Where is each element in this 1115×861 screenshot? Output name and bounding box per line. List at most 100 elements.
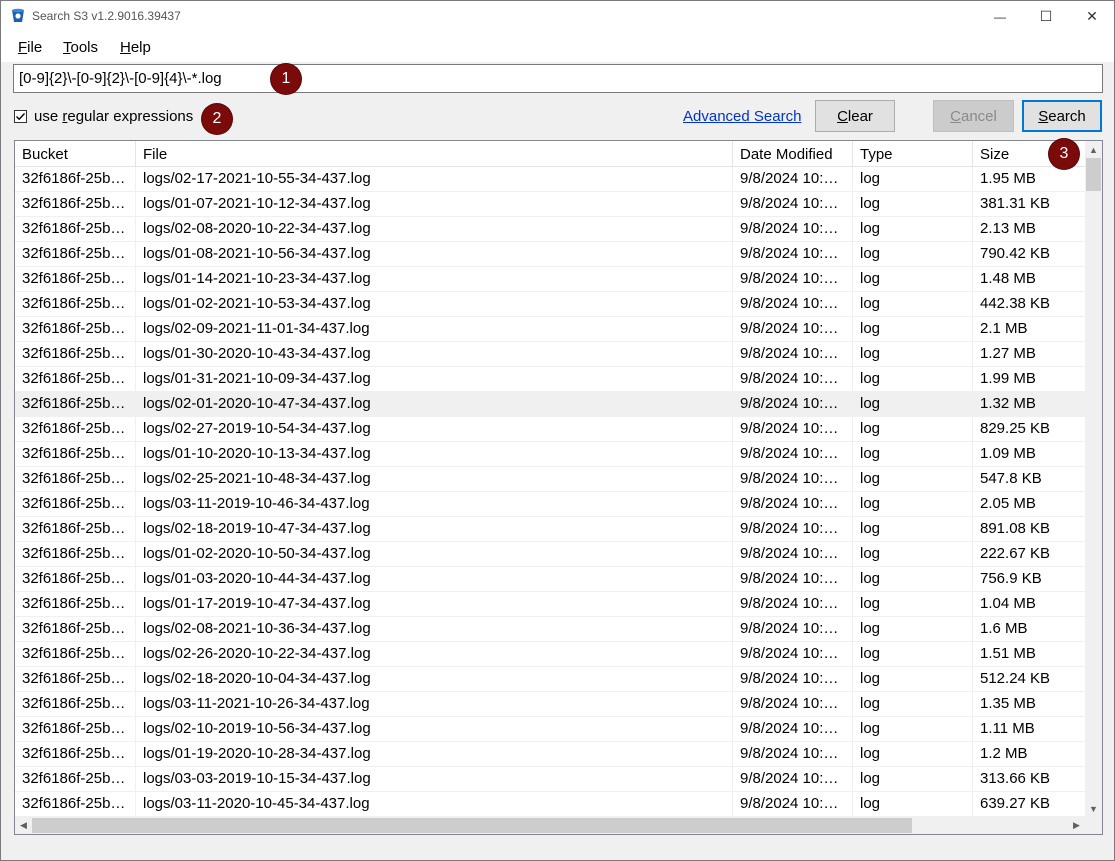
- regex-checkbox[interactable]: [14, 110, 27, 123]
- type-cell: log: [853, 692, 973, 717]
- clear-button[interactable]: Clear: [815, 100, 895, 132]
- table-row[interactable]: 32f6186f-25b… logs/02-18-2019-10-47-34-43…: [15, 517, 1085, 542]
- size-cell: 1.2 MB: [980, 745, 1028, 762]
- vertical-scroll-thumb[interactable]: [1086, 158, 1101, 191]
- table-row[interactable]: 32f6186f-25b… logs/02-08-2021-10-36-34-43…: [15, 617, 1085, 642]
- size-cell: 442.38 KB: [980, 295, 1051, 312]
- advanced-search-link[interactable]: Advanced Search: [683, 108, 801, 125]
- table-row[interactable]: 32f6186f-25b… logs/02-27-2019-10-54-34-43…: [15, 417, 1085, 442]
- column-header-file[interactable]: File: [136, 141, 733, 167]
- file-cell: logs/03-03-2019-10-15-34-437.log: [136, 767, 733, 792]
- scroll-up-icon[interactable]: ▲: [1085, 141, 1102, 158]
- size-cell: 1.09 MB: [980, 445, 1036, 462]
- results-table[interactable]: Bucket File Date Modified Type Size 32f6…: [14, 140, 1103, 835]
- table-row[interactable]: 32f6186f-25b… logs/01-07-2021-10-12-34-43…: [15, 192, 1085, 217]
- table-row[interactable]: 32f6186f-25b… logs/02-01-2020-10-47-34-43…: [15, 392, 1085, 417]
- close-button[interactable]: ✕: [1069, 1, 1115, 32]
- step-badge-3: 3: [1049, 139, 1079, 169]
- table-row[interactable]: 32f6186f-25b… logs/01-10-2020-10-13-34-43…: [15, 442, 1085, 467]
- table-row[interactable]: 32f6186f-25b… logs/02-09-2021-11-01-34-43…: [15, 317, 1085, 342]
- file-cell: logs/01-10-2020-10-13-34-437.log: [136, 442, 733, 467]
- bucket-cell: 32f6186f-25b…: [15, 242, 136, 267]
- table-row[interactable]: 32f6186f-25b… logs/01-17-2019-10-47-34-43…: [15, 592, 1085, 617]
- size-cell: 1.48 MB: [980, 270, 1036, 287]
- type-cell: log: [853, 642, 973, 667]
- table-row[interactable]: 32f6186f-25b… logs/02-18-2020-10-04-34-43…: [15, 667, 1085, 692]
- file-cell: logs/01-30-2020-10-43-34-437.log: [136, 342, 733, 367]
- file-cell: logs/02-26-2020-10-22-34-437.log: [136, 642, 733, 667]
- date-modified-cell: 9/8/2024 10:…: [733, 217, 853, 242]
- bucket-cell: 32f6186f-25b…: [15, 742, 136, 767]
- title-bar: Search S3 v1.2.9016.39437 — ☐ ✕: [1, 1, 1114, 32]
- search-button[interactable]: Search: [1022, 100, 1102, 132]
- file-cell: logs/02-18-2019-10-47-34-437.log: [136, 517, 733, 542]
- minimize-button[interactable]: —: [977, 1, 1023, 32]
- regex-checkbox-label[interactable]: use regular expressions: [34, 108, 193, 125]
- file-cell: logs/02-08-2020-10-22-34-437.log: [136, 217, 733, 242]
- date-modified-cell: 9/8/2024 10:…: [733, 342, 853, 367]
- search-input[interactable]: [0-9]{2}\-[0-9]{2}\-[0-9]{4}\-*.log: [13, 64, 1103, 93]
- type-cell: log: [853, 342, 973, 367]
- table-row[interactable]: 32f6186f-25b… logs/03-11-2020-10-45-34-43…: [15, 792, 1085, 817]
- table-row[interactable]: 32f6186f-25b… logs/01-02-2020-10-50-34-43…: [15, 542, 1085, 567]
- type-cell: log: [853, 442, 973, 467]
- bucket-cell: 32f6186f-25b…: [15, 692, 136, 717]
- bucket-cell: 32f6186f-25b…: [15, 642, 136, 667]
- menu-help[interactable]: Help: [120, 39, 151, 56]
- vertical-scrollbar[interactable]: ▲ ▼: [1085, 141, 1102, 817]
- horizontal-scroll-thumb[interactable]: [32, 818, 912, 833]
- scroll-down-icon[interactable]: ▼: [1085, 800, 1102, 817]
- column-header-bucket[interactable]: Bucket: [15, 141, 136, 167]
- size-cell: 1.35 MB: [980, 695, 1036, 712]
- size-cell: 829.25 KB: [980, 420, 1051, 437]
- date-modified-cell: 9/8/2024 10:…: [733, 292, 853, 317]
- table-row[interactable]: 32f6186f-25b… logs/02-08-2020-10-22-34-43…: [15, 217, 1085, 242]
- table-row[interactable]: 32f6186f-25b… logs/03-03-2019-10-15-34-43…: [15, 767, 1085, 792]
- column-header-type[interactable]: Type: [853, 141, 973, 167]
- size-cell: 639.27 KB: [980, 795, 1051, 812]
- type-cell: log: [853, 592, 973, 617]
- table-row[interactable]: 32f6186f-25b… logs/01-03-2020-10-44-34-43…: [15, 567, 1085, 592]
- table-row[interactable]: 32f6186f-25b… logs/01-14-2021-10-23-34-43…: [15, 267, 1085, 292]
- file-cell: logs/02-08-2021-10-36-34-437.log: [136, 617, 733, 642]
- table-row[interactable]: 32f6186f-25b… logs/02-26-2020-10-22-34-43…: [15, 642, 1085, 667]
- table-row[interactable]: 32f6186f-25b… logs/02-17-2021-10-55-34-43…: [15, 167, 1085, 192]
- table-row[interactable]: 32f6186f-25b… logs/03-11-2019-10-46-34-43…: [15, 492, 1085, 517]
- scroll-right-icon[interactable]: ▶: [1068, 817, 1085, 834]
- type-cell: log: [853, 517, 973, 542]
- table-row[interactable]: 32f6186f-25b… logs/02-25-2021-10-48-34-43…: [15, 467, 1085, 492]
- table-row[interactable]: 32f6186f-25b… logs/01-31-2021-10-09-34-43…: [15, 367, 1085, 392]
- table-row[interactable]: 32f6186f-25b… logs/01-02-2021-10-53-34-43…: [15, 292, 1085, 317]
- file-cell: logs/03-11-2020-10-45-34-437.log: [136, 792, 733, 817]
- column-header-date-modified[interactable]: Date Modified: [733, 141, 853, 167]
- menu-file[interactable]: File: [18, 39, 42, 56]
- window-title: Search S3 v1.2.9016.39437: [32, 9, 181, 23]
- type-cell: log: [853, 317, 973, 342]
- table-row[interactable]: 32f6186f-25b… logs/01-08-2021-10-56-34-43…: [15, 242, 1085, 267]
- menu-bar: File Tools Help: [1, 32, 1114, 62]
- step-badge-2: 2: [202, 104, 232, 134]
- file-cell: logs/01-03-2020-10-44-34-437.log: [136, 567, 733, 592]
- bucket-cell: 32f6186f-25b…: [15, 317, 136, 342]
- file-cell: logs/01-08-2021-10-56-34-437.log: [136, 242, 733, 267]
- date-modified-cell: 9/8/2024 10:…: [733, 667, 853, 692]
- table-row[interactable]: 32f6186f-25b… logs/01-19-2020-10-28-34-43…: [15, 742, 1085, 767]
- table-row[interactable]: 32f6186f-25b… logs/01-30-2020-10-43-34-43…: [15, 342, 1085, 367]
- type-cell: log: [853, 542, 973, 567]
- type-cell: log: [853, 667, 973, 692]
- bucket-cell: 32f6186f-25b…: [15, 267, 136, 292]
- size-cell: 547.8 KB: [980, 470, 1042, 487]
- cancel-button[interactable]: Cancel: [933, 100, 1014, 132]
- table-row[interactable]: 32f6186f-25b… logs/02-10-2019-10-56-34-43…: [15, 717, 1085, 742]
- menu-tools[interactable]: Tools: [63, 39, 98, 56]
- type-cell: log: [853, 617, 973, 642]
- file-cell: logs/01-17-2019-10-47-34-437.log: [136, 592, 733, 617]
- type-cell: log: [853, 792, 973, 817]
- status-bar: [1, 839, 1114, 860]
- scroll-left-icon[interactable]: ◀: [15, 817, 32, 834]
- size-cell: 1.11 MB: [980, 720, 1035, 737]
- table-row[interactable]: 32f6186f-25b… logs/03-11-2021-10-26-34-43…: [15, 692, 1085, 717]
- type-cell: log: [853, 267, 973, 292]
- maximize-button[interactable]: ☐: [1023, 1, 1069, 32]
- horizontal-scrollbar[interactable]: ◀ ▶: [15, 817, 1085, 834]
